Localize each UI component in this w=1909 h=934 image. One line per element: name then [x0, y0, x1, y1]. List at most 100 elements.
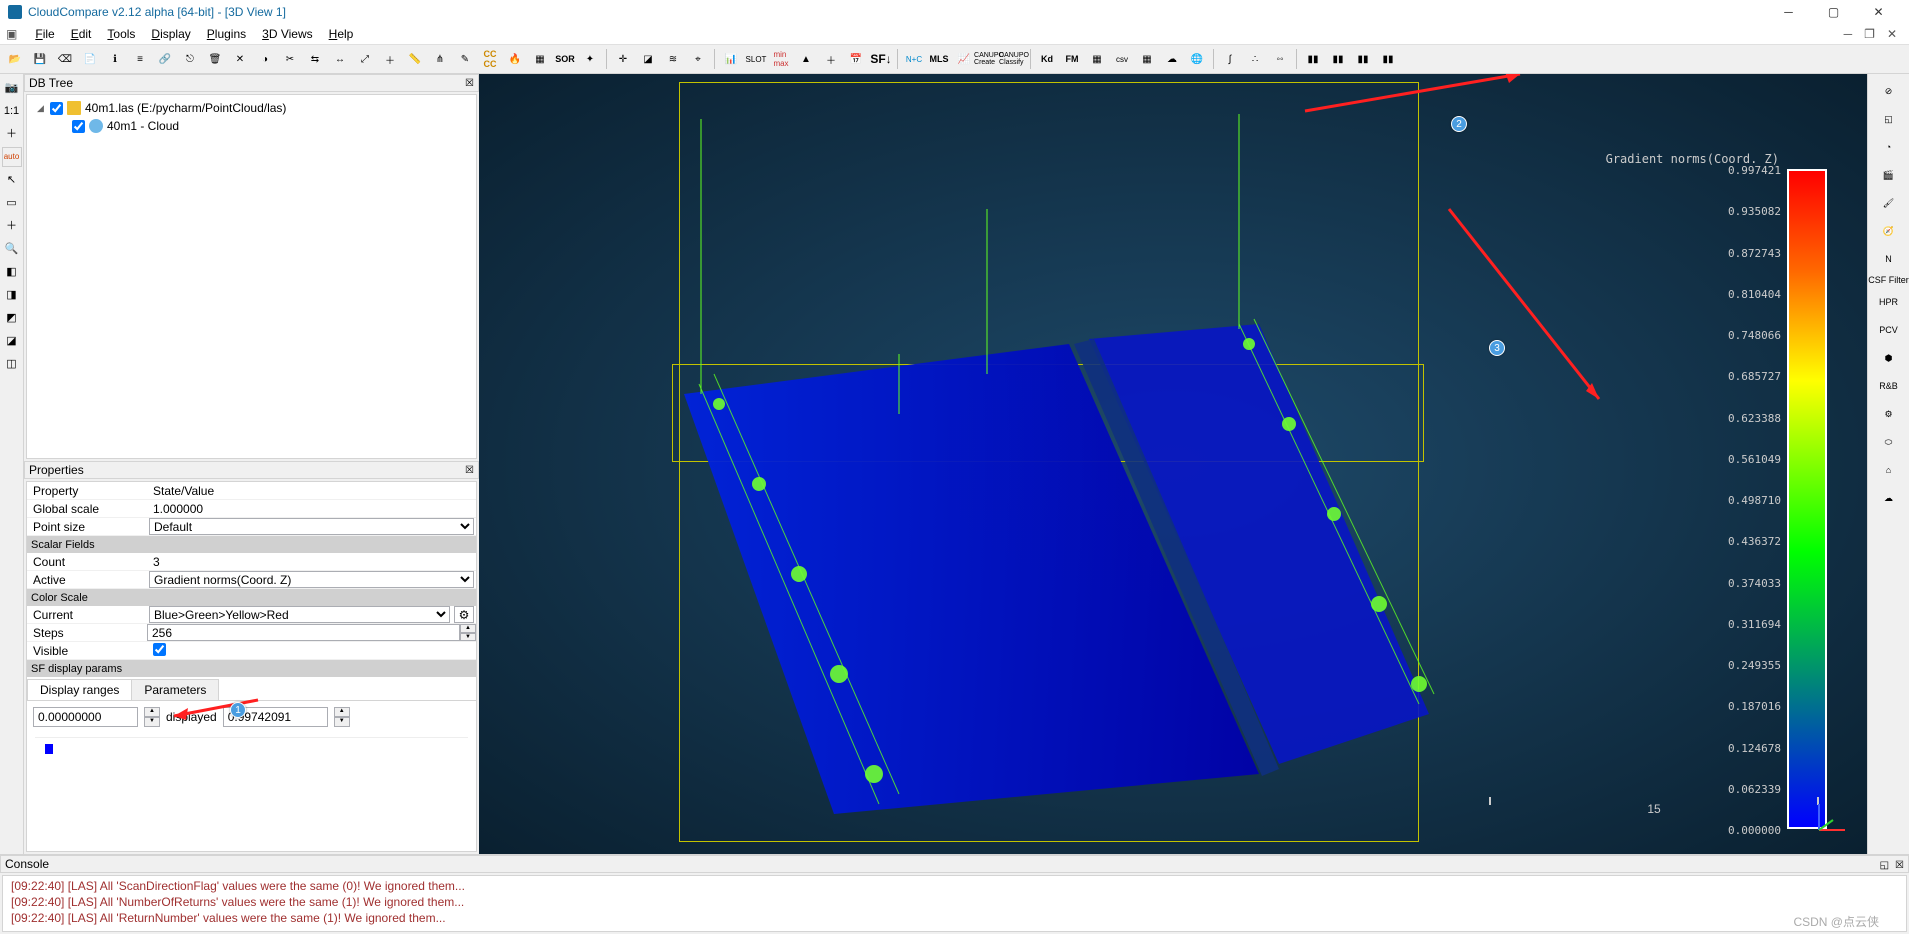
toolbar-button-44[interactable]: Kd [1036, 48, 1058, 70]
left-tool-11[interactable]: ◪ [2, 331, 22, 351]
left-tool-8[interactable]: ◧ [2, 262, 22, 282]
console-body[interactable]: [09:22:40] [LAS] All 'ScanDirectionFlag'… [2, 875, 1907, 932]
toolbar-button-5[interactable]: ≡ [129, 48, 151, 70]
color-scale-edit-button[interactable]: ⚙ [454, 606, 474, 623]
left-tool-7[interactable]: 🔍 [2, 239, 22, 259]
toolbar-button-12[interactable]: ⇆ [304, 48, 326, 70]
range-slider-handle-min[interactable] [45, 744, 53, 754]
left-tool-9[interactable]: ◨ [2, 285, 22, 305]
toolbar-button-53[interactable]: ∴ [1244, 48, 1266, 70]
right-tool-8[interactable]: PCV [1872, 319, 1906, 341]
toolbar-button-6[interactable]: 🔗 [154, 48, 176, 70]
right-tool-0[interactable]: ⊘ [1872, 80, 1906, 102]
toolbar-button-52[interactable]: ∫ [1219, 48, 1241, 70]
toolbar-button-13[interactable]: ↔ [329, 48, 351, 70]
menu-tools[interactable]: Tools [99, 25, 143, 43]
toolbar-button-16[interactable]: 📏 [404, 48, 426, 70]
toolbar-button-35[interactable]: 📅 [845, 48, 867, 70]
toolbar-button-26[interactable]: ◪ [637, 48, 659, 70]
menu-3d-views[interactable]: 3D Views [254, 25, 320, 43]
toolbar-button-20[interactable]: 🔥 [504, 48, 526, 70]
prop-steps-input[interactable] [147, 624, 460, 641]
toolbar-button-34[interactable]: ＋ [820, 48, 842, 70]
mdi-restore-button[interactable]: ❐ [1864, 27, 1875, 41]
toolbar-button-0[interactable]: 📂 [4, 48, 26, 70]
close-button[interactable]: ✕ [1856, 2, 1901, 22]
toolbar-button-3[interactable]: 📄 [79, 48, 101, 70]
toolbar-button-15[interactable]: ＋ [379, 48, 401, 70]
prop-current-select[interactable]: Blue>Green>Yellow>Red [149, 606, 450, 623]
maximize-button[interactable]: ▢ [1811, 2, 1856, 22]
left-tool-5[interactable]: ▭ [2, 193, 22, 213]
tab-parameters[interactable]: Parameters [131, 679, 219, 700]
toolbar-button-9[interactable]: ✕ [229, 48, 251, 70]
tree-row-1[interactable]: 40m1 - Cloud [31, 117, 472, 135]
properties-close-icon[interactable]: ☒ [465, 465, 474, 476]
toolbar-button-2[interactable]: ⌫ [54, 48, 76, 70]
right-tool-12[interactable]: ⬭ [1872, 431, 1906, 453]
left-tool-0[interactable]: 📷 [2, 78, 22, 98]
rmin-spin-down[interactable]: ▼ [144, 717, 160, 727]
toolbar-button-57[interactable]: ▮▮ [1327, 48, 1349, 70]
right-tool-9[interactable]: ⬢ [1872, 347, 1906, 369]
toolbar-button-47[interactable]: csv [1111, 48, 1133, 70]
mdi-close-button[interactable]: ✕ [1887, 27, 1897, 41]
menu-help[interactable]: Help [321, 25, 362, 43]
rmax-spin-up[interactable]: ▲ [334, 707, 350, 717]
toolbar-button-23[interactable]: ✦ [579, 48, 601, 70]
toolbar-button-50[interactable]: 🌐 [1186, 48, 1208, 70]
steps-spin-down[interactable]: ▼ [460, 633, 476, 642]
toolbar-button-27[interactable]: ≋ [662, 48, 684, 70]
right-tool-1[interactable]: ◱ [1872, 108, 1906, 130]
toolbar-button-14[interactable]: ⤢ [354, 48, 376, 70]
right-tool-3[interactable]: 🎬 [1872, 164, 1906, 186]
toolbar-button-33[interactable]: ▲ [795, 48, 817, 70]
toolbar-button-19[interactable]: CCCC [479, 48, 501, 70]
toolbar-button-54[interactable]: ◦◦ [1269, 48, 1291, 70]
toolbar-button-8[interactable]: 🗑 [204, 48, 226, 70]
toolbar-button-31[interactable]: SLOT [745, 48, 767, 70]
toolbar-button-40[interactable]: 📈 [953, 48, 975, 70]
left-tool-10[interactable]: ◩ [2, 308, 22, 328]
toolbar-button-28[interactable]: ⌖ [687, 48, 709, 70]
console-close-icon[interactable]: ☒ [1895, 860, 1904, 871]
toolbar-button-30[interactable]: 📊 [720, 48, 742, 70]
right-tool-2[interactable]: ◔ [1872, 136, 1906, 158]
toolbar-button-46[interactable]: ▦ [1086, 48, 1108, 70]
right-tool-10[interactable]: R&B [1872, 375, 1906, 397]
left-tool-6[interactable]: ＋ [2, 216, 22, 236]
tree-row-0[interactable]: ◢40m1.las (E:/pycharm/PointCloud/las) [31, 99, 472, 117]
tree-checkbox[interactable] [72, 120, 85, 133]
toolbar-button-56[interactable]: ▮▮ [1302, 48, 1324, 70]
toolbar-button-42[interactable]: CANUPOClassify [1003, 48, 1025, 70]
tree-checkbox[interactable] [50, 102, 63, 115]
left-tool-12[interactable]: ◫ [2, 354, 22, 374]
toolbar-button-1[interactable]: 💾 [29, 48, 51, 70]
toolbar-button-22[interactable]: SOR [554, 48, 576, 70]
prop-point-size-select[interactable]: Default [149, 518, 474, 535]
toolbar-button-39[interactable]: MLS [928, 48, 950, 70]
toolbar-button-48[interactable]: ▦ [1136, 48, 1158, 70]
right-tool-6[interactable]: N [1872, 248, 1906, 270]
toolbar-button-59[interactable]: ▮▮ [1377, 48, 1399, 70]
menu-edit[interactable]: Edit [63, 25, 100, 43]
tree-expand-icon[interactable]: ◢ [35, 103, 46, 114]
right-tool-4[interactable]: 🖌 [1872, 192, 1906, 214]
menu-file[interactable]: File [27, 25, 62, 43]
toolbar-button-49[interactable]: ☁ [1161, 48, 1183, 70]
range-min-input[interactable] [33, 707, 138, 727]
toolbar-button-45[interactable]: FM [1061, 48, 1083, 70]
console-float-icon[interactable]: ◱ [1880, 860, 1889, 871]
left-tool-3[interactable]: auto [2, 147, 22, 167]
3d-view[interactable]: Gradient norms(Coord. Z) 0.9974210.93508… [479, 74, 1867, 854]
db-tree-body[interactable]: ◢40m1.las (E:/pycharm/PointCloud/las)40m… [26, 94, 477, 459]
toolbar-button-41[interactable]: CANUPOCreate [978, 48, 1000, 70]
toolbar-button-4[interactable]: ℹ [104, 48, 126, 70]
menu-plugins[interactable]: Plugins [199, 25, 254, 43]
toolbar-button-7[interactable]: ⎋ [179, 48, 201, 70]
steps-spin-up[interactable]: ▲ [460, 624, 476, 633]
mdi-minimize-button[interactable]: ─ [1844, 27, 1853, 41]
minimize-button[interactable]: ─ [1766, 2, 1811, 22]
toolbar-button-17[interactable]: ⋔ [429, 48, 451, 70]
left-tool-1[interactable]: 1:1 [2, 101, 22, 121]
